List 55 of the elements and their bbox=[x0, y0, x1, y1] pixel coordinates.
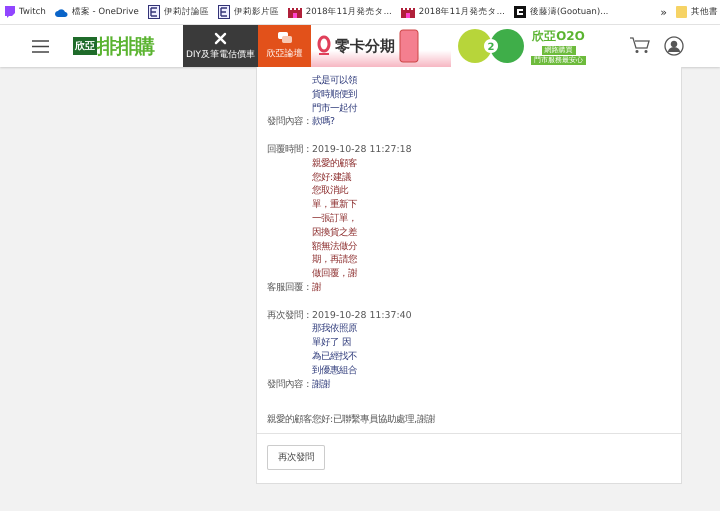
message-text: 謝謝 bbox=[312, 378, 331, 392]
message-text: 單，重新下 bbox=[312, 198, 357, 212]
message-text: 式是可以領 bbox=[312, 74, 357, 88]
message-text: 因換貨之差 bbox=[312, 226, 357, 240]
field-label: 發問內容： bbox=[267, 115, 312, 130]
message-text: 一張訂單， bbox=[312, 212, 357, 226]
message-text: 單好了 因 bbox=[312, 336, 352, 350]
message-text: 做回覆，謝 bbox=[312, 267, 357, 281]
cloud-icon bbox=[54, 8, 68, 16]
field-label: 發問內容： bbox=[267, 378, 312, 392]
zero-card-icon bbox=[317, 35, 331, 57]
bookmark-link[interactable]: 2018年11月発売タ... bbox=[418, 6, 505, 18]
installment-banner[interactable]: 零卡分期 bbox=[311, 25, 451, 67]
phone-drawing bbox=[399, 29, 419, 63]
service-note: 親愛的顧客您好:已聯繫專員協助處理,謝謝 bbox=[267, 413, 436, 427]
bookmark-folder[interactable]: 其他書 bbox=[691, 6, 718, 18]
message-text: 門市一起付 bbox=[312, 102, 357, 116]
message-text: 您好:建議 bbox=[312, 170, 352, 184]
letter-e-icon bbox=[218, 5, 230, 19]
bookmark-link[interactable]: 伊莉影片區 bbox=[234, 6, 279, 18]
letter-e-icon bbox=[148, 5, 160, 19]
field-label: 回覆時間： bbox=[267, 142, 312, 157]
logo-badge[interactable]: 欣亞 bbox=[73, 37, 97, 55]
message-text: 那我依照原 bbox=[312, 322, 357, 336]
message-text: 到優惠組合 bbox=[312, 364, 357, 378]
bookmark-link[interactable]: Twitch bbox=[19, 7, 46, 17]
bookmark-link[interactable]: 伊莉討論區 bbox=[164, 6, 209, 18]
message-text: 額無法做分 bbox=[312, 240, 357, 254]
message-text: 2019-10-28 11:37:40 bbox=[312, 308, 412, 322]
chat-bubble-icon bbox=[4, 6, 15, 18]
message-text: 您取消此 bbox=[312, 184, 350, 198]
message-text: 期，再請您 bbox=[312, 253, 357, 268]
nav-tile[interactable]: DIY及筆電估價車 bbox=[183, 25, 258, 67]
field-label: 再次發問： bbox=[267, 308, 312, 322]
nav-tile[interactable]: 欣亞論壇 bbox=[258, 25, 311, 67]
bookmark-link[interactable]: 2018年11月発売タ... bbox=[306, 6, 392, 18]
message-text: 貨時順便到 bbox=[312, 88, 357, 102]
ask-again-button[interactable]: 再次發問 bbox=[267, 445, 325, 470]
message-text: 謝 bbox=[312, 280, 322, 295]
folder-icon bbox=[676, 6, 687, 18]
message-text: 款嗎? bbox=[312, 115, 336, 130]
bookmark-link[interactable]: 後藤濤(Gootuan)... bbox=[530, 6, 608, 18]
message-text: 親愛的顧客 bbox=[312, 156, 357, 171]
bookmark-link[interactable]: 檔案 - OneDrive bbox=[72, 6, 139, 18]
more-bookmarks-button[interactable]: » bbox=[660, 6, 667, 18]
cart-icon[interactable] bbox=[630, 36, 650, 54]
message-text: 為已經找不 bbox=[312, 350, 357, 364]
message-text: 2019-10-28 11:27:18 bbox=[312, 142, 412, 157]
square-logo-icon bbox=[514, 6, 526, 18]
user-icon[interactable] bbox=[664, 36, 684, 56]
menu-icon[interactable] bbox=[32, 40, 49, 52]
castle-icon bbox=[288, 6, 302, 18]
field-label: 客服回覆： bbox=[267, 280, 312, 295]
castle-icon bbox=[400, 6, 415, 18]
chat-bubbles-icon bbox=[278, 32, 292, 44]
